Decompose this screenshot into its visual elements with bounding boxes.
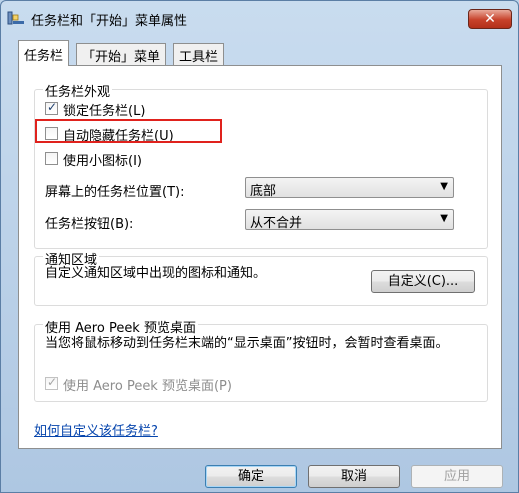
- cancel-button-label: 取消: [340, 469, 367, 484]
- help-link[interactable]: 如何自定义该任务栏?: [34, 420, 158, 439]
- lock-taskbar-label: 锁定任务栏(L): [63, 104, 146, 119]
- tab-toolbars[interactable]: 工具栏: [173, 43, 225, 65]
- close-button[interactable]: ✕: [468, 9, 512, 29]
- apply-button[interactable]: 应用: [411, 465, 503, 488]
- appearance-group-title: 任务栏外观: [43, 81, 113, 100]
- aero-peek-group-title: 使用 Aero Peek 预览桌面: [43, 317, 198, 336]
- taskbar-app-icon: [7, 9, 25, 27]
- buttons-label: 任务栏按钮(B):: [45, 217, 134, 232]
- aero-peek-group: 使用 Aero Peek 预览桌面 当您将鼠标移动到任务栏末端的“显示桌面”按钮…: [34, 317, 488, 402]
- tab-taskbar[interactable]: 任务栏: [18, 40, 70, 66]
- tab-label: 「开始」菜单: [82, 50, 161, 65]
- location-label: 屏幕上的任务栏位置(T):: [45, 185, 185, 200]
- taskbar-buttons-select[interactable]: 从不合并 ▼: [245, 209, 454, 231]
- checkbox-box[interactable]: [45, 152, 58, 165]
- location-select[interactable]: 底部 ▼: [245, 177, 454, 199]
- small-icons-label: 使用小图标(I): [63, 154, 142, 169]
- appearance-group: 任务栏外观 ✓ 锁定任务栏(L) 自动隐藏任务栏(U) 使用小图标(I) 屏幕上…: [34, 81, 488, 249]
- aero-peek-label: 使用 Aero Peek 预览桌面(P): [63, 379, 232, 394]
- dialog-button-bar: 确定 取消 应用: [1, 449, 518, 493]
- customize-button[interactable]: 自定义(C)...: [371, 270, 475, 293]
- notification-description: 自定义通知区域中出现的图标和通知。: [45, 266, 267, 281]
- chevron-down-icon: ▼: [440, 181, 448, 192]
- location-value: 底部: [250, 184, 277, 199]
- tab-label: 任务栏: [24, 49, 64, 64]
- checkbox-box[interactable]: ✓: [45, 100, 58, 115]
- dialog-window: 任务栏和「开始」菜单属性 ✕ 任务栏 「开始」菜单 工具栏 任务栏外观 ✓ 锁定…: [0, 0, 519, 493]
- highlight-annotation: [35, 119, 222, 143]
- taskbar-buttons-value: 从不合并: [250, 216, 303, 231]
- tab-start-menu[interactable]: 「开始」菜单: [76, 43, 167, 65]
- notification-group: 通知区域 自定义通知区域中出现的图标和通知。 自定义(C)...: [34, 249, 488, 306]
- checkmark-icon: ✓: [47, 100, 58, 114]
- ok-button[interactable]: 确定: [205, 465, 297, 488]
- customize-button-label: 自定义(C)...: [387, 274, 459, 289]
- title-bar[interactable]: 任务栏和「开始」菜单属性 ✕: [1, 1, 518, 35]
- aero-peek-description: 当您将鼠标移动到任务栏末端的“显示桌面”按钮时，会暂时查看桌面。: [45, 336, 449, 351]
- cancel-button[interactable]: 取消: [308, 465, 400, 488]
- apply-button-label: 应用: [443, 469, 470, 484]
- checkmark-icon: ✓: [47, 375, 58, 389]
- close-icon: ✕: [484, 11, 496, 27]
- window-title: 任务栏和「开始」菜单属性: [31, 14, 188, 29]
- checkbox-box[interactable]: ✓: [45, 375, 58, 390]
- tab-label: 工具栏: [179, 50, 219, 65]
- ok-button-label: 确定: [237, 469, 264, 484]
- chevron-down-icon: ▼: [440, 213, 448, 224]
